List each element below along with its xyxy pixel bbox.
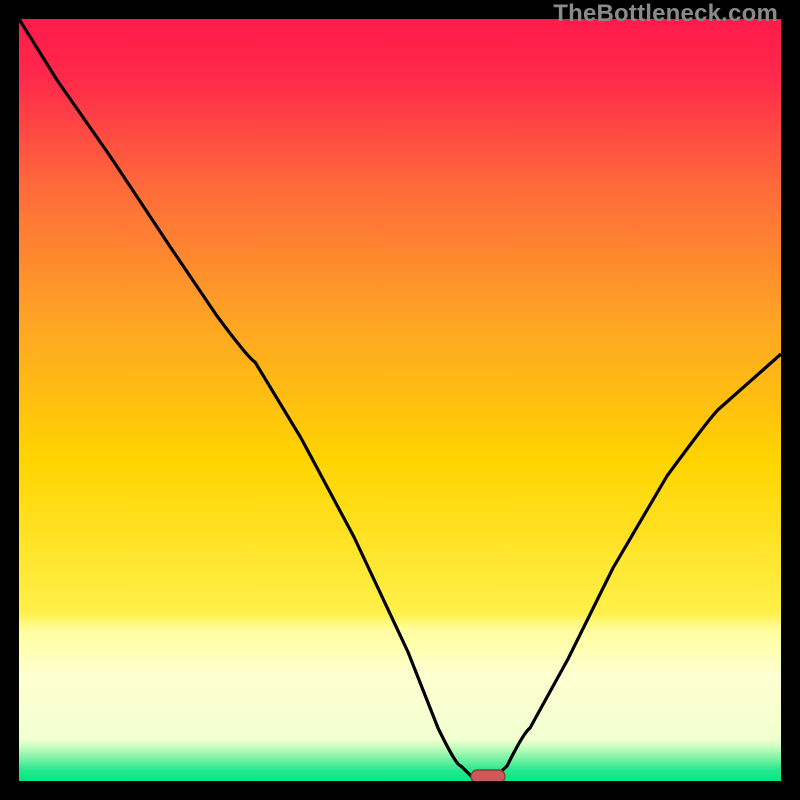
optimal-marker <box>471 770 505 781</box>
plot-area <box>19 19 781 781</box>
gradient-background <box>19 19 781 781</box>
watermark-text: TheBottleneck.com <box>553 0 778 28</box>
chart-frame: TheBottleneck.com <box>0 0 800 800</box>
chart-svg <box>19 19 781 781</box>
